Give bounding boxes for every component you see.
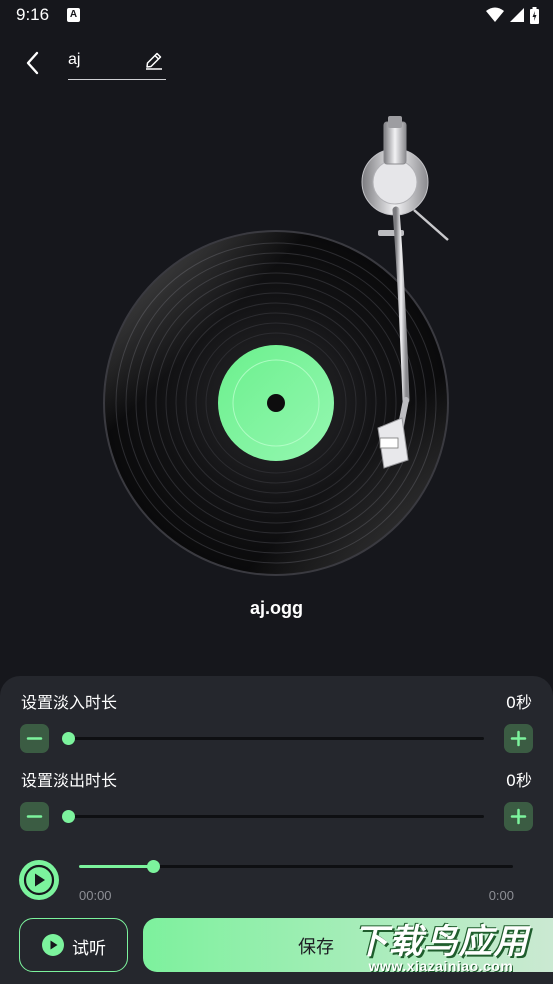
fade-out-slider-thumb[interactable] xyxy=(62,810,75,823)
watermark-url: www.xiazainiao.com xyxy=(368,958,514,974)
preview-button[interactable]: 试听 xyxy=(19,918,128,972)
play-button[interactable] xyxy=(19,860,59,900)
play-icon xyxy=(23,864,55,896)
wifi-icon xyxy=(486,7,504,22)
audio-filename: aj.ogg xyxy=(250,598,303,618)
signal-icon xyxy=(510,8,524,22)
preview-button-label: 试听 xyxy=(72,939,106,959)
fade-out-label: 设置淡出时长 xyxy=(21,771,118,790)
fade-in-increase-button[interactable] xyxy=(504,724,533,753)
playback-progress-thumb[interactable] xyxy=(147,860,160,873)
current-time: 00:00 xyxy=(79,888,112,903)
play-circle-icon xyxy=(42,934,64,956)
vinyl-record-illustration xyxy=(103,116,449,576)
playback-progress-fill xyxy=(79,865,153,868)
back-arrow-icon xyxy=(26,51,39,75)
watermark-logo: 下载鸟应用 www.xiazainiao.com xyxy=(332,912,550,982)
total-time: 0:00 xyxy=(488,888,514,903)
minus-icon xyxy=(26,737,43,740)
watermark-title: 下载鸟应用 xyxy=(353,922,529,962)
notification-badge: A xyxy=(67,8,80,22)
save-button-label: 保存 xyxy=(298,937,334,958)
name-input-value: aj xyxy=(68,51,81,68)
fade-in-label: 设置淡入时长 xyxy=(21,693,118,712)
fade-out-increase-button[interactable] xyxy=(504,802,533,831)
battery-icon xyxy=(530,6,539,24)
fade-out-slider-track[interactable] xyxy=(66,815,484,818)
fade-in-value: 0秒 xyxy=(505,693,532,712)
fade-in-slider-thumb[interactable] xyxy=(62,732,75,745)
name-input[interactable]: aj xyxy=(68,46,166,80)
minus-icon xyxy=(26,815,43,818)
system-icons xyxy=(486,6,539,24)
pencil-icon[interactable] xyxy=(144,50,164,70)
status-bar: 9:16 A xyxy=(0,0,553,32)
status-time: 9:16 xyxy=(16,5,50,24)
fade-in-decrease-button[interactable] xyxy=(20,724,49,753)
fade-in-slider-track[interactable] xyxy=(66,737,484,740)
fade-out-value: 0秒 xyxy=(505,771,532,790)
back-button[interactable] xyxy=(18,48,48,78)
plus-icon xyxy=(510,808,527,825)
fade-out-decrease-button[interactable] xyxy=(20,802,49,831)
plus-icon xyxy=(510,730,527,747)
